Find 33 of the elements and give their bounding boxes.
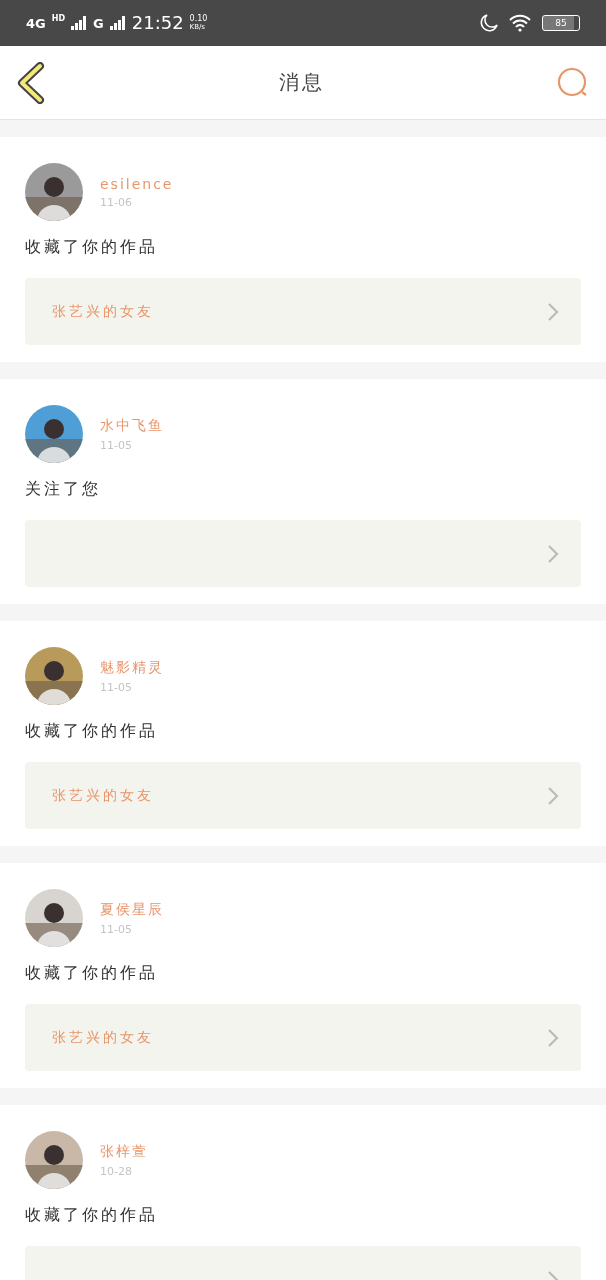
signal-icon [71, 16, 88, 30]
work-link[interactable]: 张艺兴的女友 [25, 278, 581, 345]
network-label: G [93, 16, 104, 30]
message-text: 关注了您 [25, 479, 102, 500]
moon-icon [480, 14, 498, 32]
chevron-icon [547, 543, 559, 564]
message-date: 11-05 [100, 922, 133, 936]
message-date: 11-06 [100, 195, 133, 209]
user-name[interactable]: 魅影精灵 [100, 658, 164, 677]
message-text: 收藏了你的作品 [25, 237, 159, 258]
network-type-label: HD [51, 14, 66, 23]
speed-value: 0.10 [189, 15, 208, 23]
user-name[interactable]: 水中飞鱼 [100, 416, 164, 435]
work-link[interactable]: 张艺兴的女友 [25, 762, 581, 829]
chevron-icon [547, 785, 559, 806]
battery-icon: 85 [542, 15, 580, 31]
page-title: 消息 [279, 69, 325, 96]
chevron-icon [547, 1027, 559, 1048]
user-name[interactable]: esilence [100, 175, 174, 192]
user-name[interactable]: 夏侯星辰 [100, 900, 164, 919]
work-link[interactable]: 张艺兴的女友 [25, 1004, 581, 1071]
message-text: 收藏了你的作品 [25, 721, 159, 742]
message-date: 10-28 [100, 1164, 133, 1178]
chevron-icon [547, 301, 559, 322]
clock: 21:52 [131, 14, 184, 32]
message-text: 收藏了你的作品 [25, 1205, 159, 1226]
user-name[interactable]: 张梓萱 [100, 1142, 148, 1161]
signal-icon [109, 16, 126, 30]
message-date: 11-05 [100, 438, 133, 452]
message-text: 收藏了你的作品 [25, 963, 159, 984]
message-date: 11-05 [100, 680, 133, 694]
network-label: 4G [26, 16, 46, 30]
wifi-icon [508, 14, 532, 32]
